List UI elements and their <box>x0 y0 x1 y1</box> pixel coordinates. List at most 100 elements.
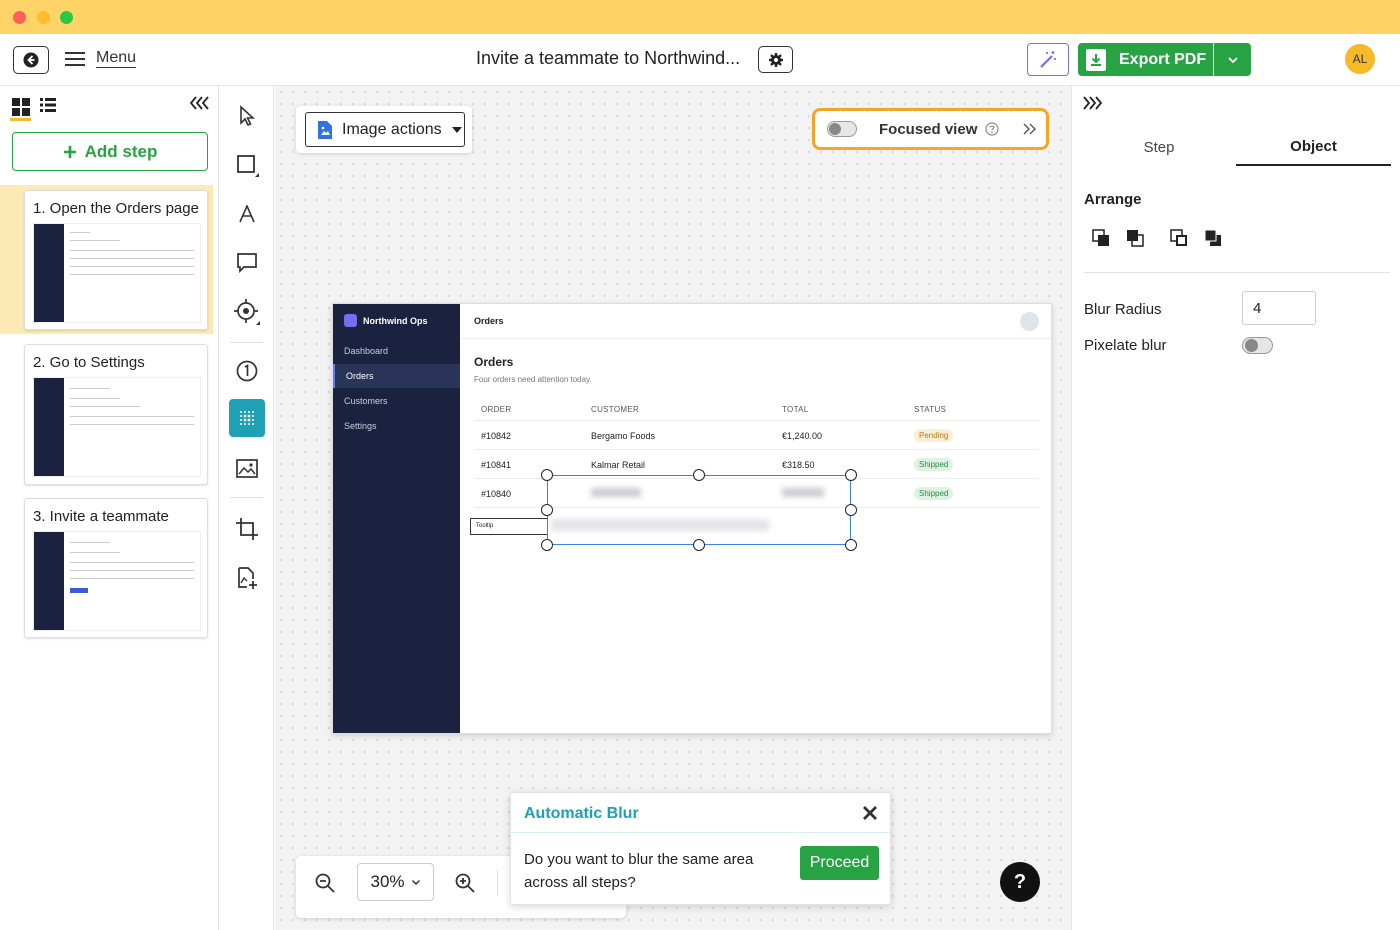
step-number-tool[interactable] <box>233 357 261 385</box>
image-actions-dropdown[interactable]: Image actions <box>305 112 465 147</box>
blur-selection-box[interactable] <box>547 475 851 545</box>
step-screenshot[interactable]: Northwind Ops Dashboard Orders Customers… <box>332 303 1052 734</box>
add-step-button[interactable]: Add step <box>12 132 208 171</box>
properties-panel: Step Object Arrange Blur Radius 4 Pixela… <box>1071 86 1400 930</box>
export-options-dropdown[interactable] <box>1214 43 1251 76</box>
image-actions-container: Image actions <box>296 106 472 153</box>
collapse-right-icon[interactable] <box>1081 95 1103 111</box>
automatic-blur-title: Automatic Blur <box>524 805 639 822</box>
resize-handle-top-left[interactable] <box>541 469 553 481</box>
back-button[interactable] <box>13 46 49 74</box>
rectangle-tool[interactable] <box>233 151 261 179</box>
app-header: Menu Invite a teammate to Northwind... E… <box>0 34 1400 86</box>
tab-step[interactable]: Step <box>1082 128 1236 166</box>
bring-to-front-icon[interactable] <box>1204 229 1222 247</box>
select-tool[interactable] <box>233 102 261 130</box>
screenshot-brand: Northwind Ops <box>344 314 428 327</box>
brand-logo-icon <box>344 314 357 327</box>
grid-view-icon[interactable] <box>12 98 30 116</box>
download-icon <box>1086 48 1106 71</box>
order-total: €1,240.00 <box>782 431 823 441</box>
export-pdf-button[interactable]: Export PDF <box>1078 43 1213 76</box>
arrow-left-circle-icon <box>23 52 39 68</box>
screenshot-topbar: Orders <box>460 304 1051 339</box>
resize-handle-bottom-left[interactable] <box>541 539 553 551</box>
step-card-1[interactable]: 1. Open the Orders page <box>24 190 208 330</box>
maximize-window-button[interactable] <box>60 11 73 24</box>
list-view-icon[interactable] <box>40 98 56 112</box>
document-settings-button[interactable] <box>758 46 793 73</box>
bring-forward-icon[interactable] <box>1126 229 1144 247</box>
pixelate-blur-toggle[interactable] <box>1242 337 1273 354</box>
add-step-label: Add step <box>84 141 158 161</box>
blur-tool[interactable] <box>229 399 265 437</box>
resize-handle-bottom-right[interactable] <box>845 539 857 551</box>
close-window-button[interactable] <box>13 11 26 24</box>
zoom-in-icon[interactable] <box>454 872 476 894</box>
image-file-icon <box>318 120 332 139</box>
step-title: 1. Open the Orders page <box>33 200 199 217</box>
collapse-left-icon[interactable] <box>189 95 211 111</box>
proceed-button[interactable]: Proceed <box>800 846 879 880</box>
text-tool[interactable] <box>233 200 261 228</box>
focused-view-panel: Focused view <box>812 108 1049 150</box>
zoom-level-select[interactable]: 30% <box>357 863 434 901</box>
close-icon[interactable] <box>862 805 878 821</box>
step-title: 2. Go to Settings <box>33 354 145 371</box>
pixelate-blur-label: Pixelate blur <box>1084 337 1167 354</box>
resize-handle-top[interactable] <box>693 469 705 481</box>
callout-tool[interactable] <box>233 248 261 276</box>
image-icon <box>236 459 258 478</box>
replace-image-tool[interactable] <box>233 564 261 592</box>
step-card-3[interactable]: 3. Invite a teammate <box>24 498 208 638</box>
zoom-divider <box>497 870 498 896</box>
menu-label: Menu <box>96 49 137 68</box>
minimize-window-button[interactable] <box>37 11 50 24</box>
step-card-2[interactable]: 2. Go to Settings <box>24 344 208 485</box>
rectangle-icon <box>237 155 259 177</box>
steps-panel: Add step 1. Open the Orders page 2. Go t… <box>0 86 219 930</box>
resize-handle-left[interactable] <box>541 504 553 516</box>
numbered-circle-icon <box>236 360 258 382</box>
column-header-order: ORDER <box>481 405 512 414</box>
hamburger-icon <box>65 51 85 66</box>
menu-button[interactable]: Menu <box>64 49 137 68</box>
column-header-customer: CUSTOMER <box>591 405 640 414</box>
order-id: #10840 <box>481 489 512 499</box>
help-button[interactable]: ? <box>1000 862 1040 902</box>
arrange-label: Arrange <box>1084 191 1142 208</box>
crop-tool[interactable] <box>233 515 261 543</box>
focused-view-toggle[interactable] <box>827 121 857 137</box>
export-pdf-label: Export PDF <box>1119 50 1207 68</box>
blur-dots-icon <box>240 411 254 425</box>
cursor-arrow-icon <box>240 105 256 127</box>
help-circle-icon[interactable] <box>985 122 999 136</box>
tooltip-label: Tooltip <box>470 518 548 535</box>
tab-object[interactable]: Object <box>1236 128 1391 166</box>
magic-wand-icon <box>1040 50 1056 68</box>
expand-right-icon[interactable] <box>1021 122 1037 136</box>
chevron-down-icon <box>411 879 420 885</box>
plus-icon <box>63 145 76 158</box>
column-header-status: STATUS <box>914 405 947 414</box>
image-overlay-tool[interactable] <box>233 455 261 483</box>
magic-wand-button[interactable] <box>1027 43 1069 76</box>
status-badge-pending: Pending <box>914 429 954 442</box>
resize-handle-bottom[interactable] <box>693 539 705 551</box>
screenshot-top-title: Orders <box>474 316 504 326</box>
automatic-blur-message: Do you want to blur the same area across… <box>524 851 754 891</box>
user-avatar[interactable]: AL <box>1345 44 1375 74</box>
status-badge-shipped: Shipped <box>914 487 954 500</box>
automatic-blur-dialog: Automatic Blur Do you want to blur the s… <box>510 792 891 905</box>
resize-handle-top-right[interactable] <box>845 469 857 481</box>
editor-canvas[interactable]: Image actions Focused view Northwind Ops… <box>275 86 1071 930</box>
document-title[interactable]: Invite a teammate to Northwind... <box>476 48 740 69</box>
blur-radius-input[interactable]: 4 <box>1242 291 1316 325</box>
focused-view-label: Focused view <box>879 120 978 138</box>
zoom-out-icon[interactable] <box>314 872 336 894</box>
hotspot-tool[interactable] <box>233 298 261 326</box>
resize-handle-right[interactable] <box>845 504 857 516</box>
send-to-back-icon[interactable] <box>1170 229 1188 247</box>
order-total: €318.50 <box>782 460 815 470</box>
send-backward-icon[interactable] <box>1092 229 1110 247</box>
